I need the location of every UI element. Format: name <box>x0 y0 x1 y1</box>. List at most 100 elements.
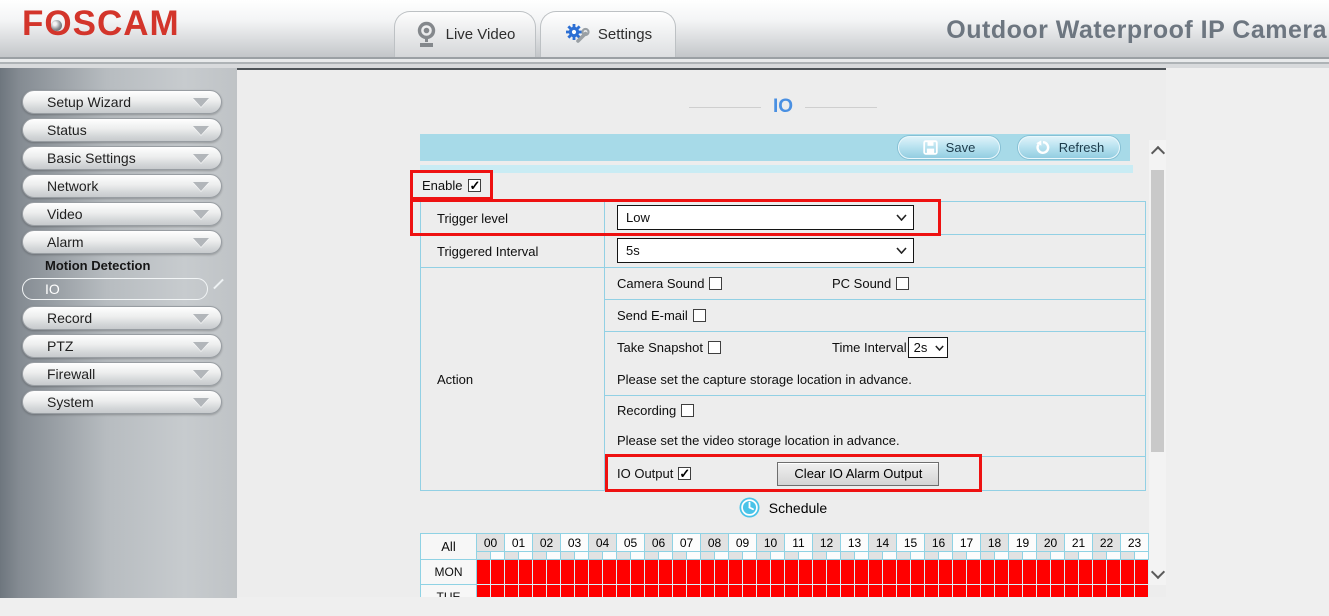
schedule-cell[interactable] <box>645 560 659 585</box>
triggered-interval-select[interactable]: 5s <box>617 238 914 263</box>
schedule-hour-header[interactable]: 23 <box>1121 534 1149 552</box>
time-interval-select[interactable]: 2s <box>908 337 948 358</box>
sidebar-item-network[interactable]: Network <box>22 174 222 198</box>
schedule-hour-header[interactable]: 09 <box>729 534 757 552</box>
schedule-half-hour-cell[interactable] <box>757 552 771 560</box>
schedule-cell[interactable] <box>911 560 925 585</box>
schedule-cell[interactable] <box>1107 585 1121 598</box>
schedule-cell[interactable] <box>673 585 687 598</box>
schedule-half-hour-cell[interactable] <box>785 552 799 560</box>
schedule-cell[interactable] <box>533 560 547 585</box>
schedule-half-hour-cell[interactable] <box>701 552 715 560</box>
schedule-cell[interactable] <box>841 560 855 585</box>
sidebar-item-motion-detection[interactable]: Motion Detection <box>45 258 237 274</box>
schedule-half-hour-cell[interactable] <box>939 552 953 560</box>
scrollbar[interactable] <box>1149 140 1166 585</box>
schedule-cell[interactable] <box>1023 585 1037 598</box>
schedule-cell[interactable] <box>995 560 1009 585</box>
schedule-half-hour-cell[interactable] <box>925 552 939 560</box>
schedule-hour-header[interactable]: 01 <box>505 534 533 552</box>
schedule-cell[interactable] <box>827 585 841 598</box>
schedule-cell[interactable] <box>1121 585 1135 598</box>
schedule-cell[interactable] <box>729 560 743 585</box>
schedule-half-hour-cell[interactable] <box>1121 552 1135 560</box>
schedule-half-hour-cell[interactable] <box>575 552 589 560</box>
schedule-half-hour-cell[interactable] <box>897 552 911 560</box>
save-button[interactable]: Save <box>898 136 1000 159</box>
schedule-hour-header[interactable]: 10 <box>757 534 785 552</box>
schedule-cell[interactable] <box>813 585 827 598</box>
schedule-hour-header[interactable]: 20 <box>1037 534 1065 552</box>
schedule-cell[interactable] <box>925 585 939 598</box>
schedule-cell[interactable] <box>519 560 533 585</box>
schedule-cell[interactable] <box>575 585 589 598</box>
schedule-hour-header[interactable]: 17 <box>953 534 981 552</box>
schedule-cell[interactable] <box>505 560 519 585</box>
schedule-cell[interactable] <box>813 560 827 585</box>
sidebar-item-alarm[interactable]: Alarm <box>22 230 222 254</box>
schedule-cell[interactable] <box>799 560 813 585</box>
schedule-half-hour-cell[interactable] <box>1079 552 1093 560</box>
schedule-half-hour-cell[interactable] <box>715 552 729 560</box>
schedule-half-hour-cell[interactable] <box>841 552 855 560</box>
schedule-cell[interactable] <box>603 560 617 585</box>
schedule-cell[interactable] <box>981 560 995 585</box>
io-output-checkbox[interactable]: ✓ <box>678 467 691 480</box>
schedule-half-hour-cell[interactable] <box>1065 552 1079 560</box>
schedule-cell[interactable] <box>1107 560 1121 585</box>
sidebar-item-ptz[interactable]: PTZ <box>22 334 222 358</box>
schedule-cell[interactable] <box>715 585 729 598</box>
schedule-half-hour-cell[interactable] <box>827 552 841 560</box>
schedule-cell[interactable] <box>477 560 491 585</box>
camera-sound-checkbox[interactable] <box>709 277 722 290</box>
enable-checkbox[interactable]: ✓ <box>468 179 481 192</box>
schedule-cell[interactable] <box>925 560 939 585</box>
pc-sound-checkbox[interactable] <box>896 277 909 290</box>
schedule-cell[interactable] <box>967 585 981 598</box>
schedule-cell[interactable] <box>911 585 925 598</box>
schedule-cell[interactable] <box>855 560 869 585</box>
schedule-cell[interactable] <box>1079 560 1093 585</box>
schedule-half-hour-cell[interactable] <box>505 552 519 560</box>
schedule-half-hour-cell[interactable] <box>1023 552 1037 560</box>
sidebar-item-record[interactable]: Record <box>22 306 222 330</box>
sidebar-item-video[interactable]: Video <box>22 202 222 226</box>
schedule-cell[interactable] <box>771 585 785 598</box>
schedule-half-hour-cell[interactable] <box>491 552 505 560</box>
schedule-half-hour-cell[interactable] <box>813 552 827 560</box>
schedule-cell[interactable] <box>1051 585 1065 598</box>
schedule-cell[interactable] <box>477 585 491 598</box>
sidebar-item-system[interactable]: System <box>22 390 222 414</box>
schedule-cell[interactable] <box>631 585 645 598</box>
clear-io-alarm-output-button[interactable]: Clear IO Alarm Output <box>777 462 939 486</box>
sidebar-item-status[interactable]: Status <box>22 118 222 142</box>
schedule-hour-header[interactable]: 11 <box>785 534 813 552</box>
schedule-cell[interactable] <box>869 585 883 598</box>
trigger-level-select[interactable]: Low <box>617 205 914 230</box>
schedule-hour-header[interactable]: 14 <box>869 534 897 552</box>
schedule-cell[interactable] <box>659 560 673 585</box>
schedule-half-hour-cell[interactable] <box>477 552 491 560</box>
schedule-cell[interactable] <box>687 585 701 598</box>
schedule-cell[interactable] <box>589 560 603 585</box>
schedule-cell[interactable] <box>1135 560 1149 585</box>
schedule-cell[interactable] <box>1065 560 1079 585</box>
sidebar-item-basic-settings[interactable]: Basic Settings <box>22 146 222 170</box>
schedule-hour-header[interactable]: 05 <box>617 534 645 552</box>
schedule-half-hour-cell[interactable] <box>519 552 533 560</box>
schedule-cell[interactable] <box>981 585 995 598</box>
sidebar-item-setup-wizard[interactable]: Setup Wizard <box>22 90 222 114</box>
scroll-up-icon[interactable] <box>1151 146 1165 160</box>
schedule-half-hour-cell[interactable] <box>995 552 1009 560</box>
schedule-cell[interactable] <box>505 585 519 598</box>
schedule-half-hour-cell[interactable] <box>869 552 883 560</box>
send-email-checkbox[interactable] <box>693 309 706 322</box>
schedule-half-hour-cell[interactable] <box>561 552 575 560</box>
schedule-cell[interactable] <box>883 560 897 585</box>
schedule-half-hour-cell[interactable] <box>1135 552 1149 560</box>
schedule-cell[interactable] <box>1093 585 1107 598</box>
schedule-hour-header[interactable]: 12 <box>813 534 841 552</box>
schedule-cell[interactable] <box>855 585 869 598</box>
schedule-half-hour-cell[interactable] <box>645 552 659 560</box>
schedule-cell[interactable] <box>939 560 953 585</box>
